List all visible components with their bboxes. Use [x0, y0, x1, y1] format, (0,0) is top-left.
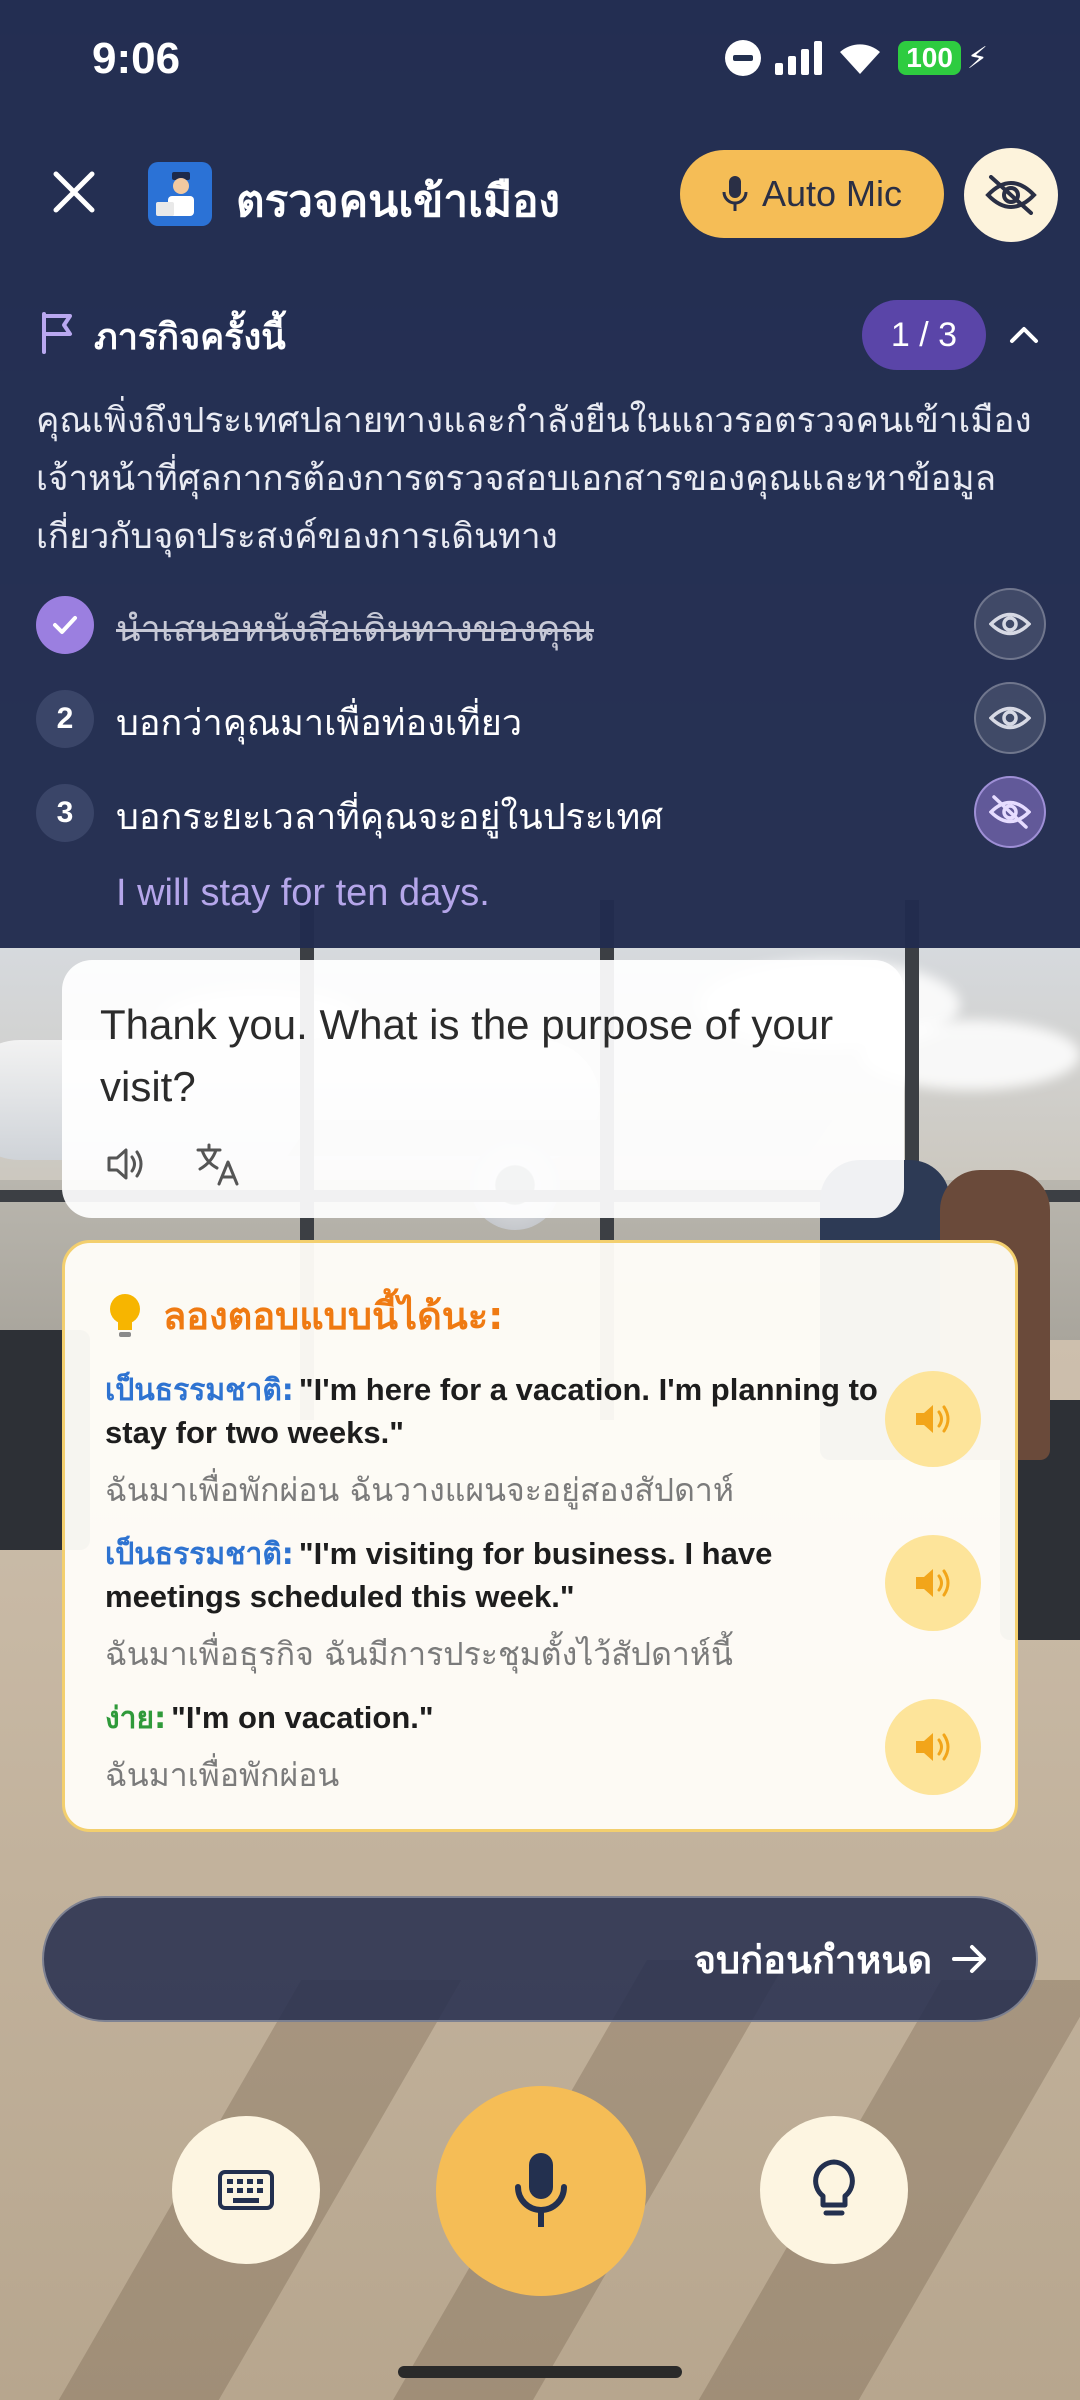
show-task-answer-button[interactable]: [974, 682, 1046, 754]
eye-icon: [989, 612, 1031, 636]
volume-icon: [916, 1569, 950, 1597]
bot-message-text: Thank you. What is the purpose of your v…: [100, 1001, 834, 1110]
chevron-up-icon[interactable]: [1004, 314, 1044, 354]
suggestion-english: "I'm on vacation.": [171, 1700, 434, 1735]
auto-mic-button[interactable]: Auto Mic: [680, 150, 944, 238]
play-suggestion-button[interactable]: [885, 1699, 981, 1795]
speaker-button[interactable]: [98, 1136, 154, 1192]
flag-icon: [42, 312, 72, 354]
task-number: 3: [36, 784, 94, 842]
speaker-icon: [107, 1148, 143, 1180]
task-answer-hint: I will stay for ten days.: [116, 872, 490, 914]
suggestion-tag: เป็นธรรมชาติ:: [105, 1373, 294, 1408]
task-item-1: นำเสนอหนังสือเดินทางของคุณ: [36, 584, 1046, 664]
header: ตรวจคนเข้าเมือง Auto Mic: [0, 140, 1080, 250]
suggestion-thai: ฉันมาเพื่อพักผ่อน: [105, 1756, 340, 1794]
bot-message-bubble: Thank you. What is the purpose of your v…: [62, 960, 904, 1218]
volume-icon: [916, 1733, 950, 1761]
arrow-right-icon: [952, 1945, 986, 1973]
immigration-officer-icon: [148, 162, 212, 226]
close-icon: [53, 171, 95, 213]
mission-description: คุณเพิ่งถึงประเทศปลายทางและกำลังยืนในแถว…: [36, 401, 1032, 557]
eye-off-icon: [985, 175, 1037, 215]
play-suggestion-button[interactable]: [885, 1371, 981, 1467]
translate-button[interactable]: [190, 1136, 246, 1192]
mission-header: ภารกิจครั้งนี้ 1 / 3: [38, 300, 1048, 370]
suggestions-title: ลองตอบแบบนี้ได้นะ:: [163, 1294, 504, 1338]
suggestion-thai: ฉันมาเพื่อธุรกิจ ฉันมีการประชุมตั้งไว้สั…: [105, 1635, 733, 1673]
microphone-icon: [515, 2153, 567, 2227]
task-text: บอกว่าคุณมาเพื่อท่องเที่ยว: [116, 703, 523, 744]
task-number: 2: [36, 690, 94, 748]
status-bar: 9:06 100 ⚡: [0, 0, 1080, 120]
suggestions-card: ลองตอบแบบนี้ได้นะ: เป็นธรรมชาติ: "I'm he…: [62, 1240, 1018, 1832]
end-early-button[interactable]: จบก่อนกำหนด: [42, 1896, 1038, 2022]
hide-task-answer-button[interactable]: [974, 776, 1046, 848]
task-item-3: 3 บอกระยะเวลาที่คุณจะอยู่ในประเทศ: [36, 772, 1046, 852]
suggestion-thai: ฉันมาเพื่อพักผ่อน ฉันวางแผนจะอยู่สองสัปด…: [105, 1471, 734, 1509]
wifi-icon: [840, 44, 881, 74]
task-item-2: 2 บอกว่าคุณมาเพื่อท่องเที่ยว: [36, 678, 1046, 758]
mission-title: ภารกิจครั้งนี้: [94, 317, 286, 358]
task-text: บอกระยะเวลาที่คุณจะอยู่ในประเทศ: [116, 797, 664, 838]
play-suggestion-button[interactable]: [885, 1535, 981, 1631]
eye-off-icon: [989, 795, 1031, 829]
keyboard-icon: [218, 2170, 274, 2210]
lightbulb-icon: [110, 1293, 140, 1337]
status-time: 9:06: [92, 34, 181, 83]
translate-icon: [196, 1143, 239, 1186]
eye-icon: [989, 706, 1031, 730]
lightbulb-icon: [813, 2159, 855, 2216]
charging-icon: ⚡: [966, 40, 988, 76]
hide-text-button[interactable]: [964, 148, 1058, 242]
volume-icon: [916, 1405, 950, 1433]
battery-indicator: 100: [898, 41, 961, 75]
end-early-label: จบก่อนกำหนด: [693, 1937, 932, 1982]
do-not-disturb-icon: [725, 40, 762, 76]
signal-icon: [775, 41, 823, 75]
task-text: นำเสนอหนังสือเดินทางของคุณ: [116, 609, 594, 650]
suggestion-item: ง่าย: "I'm on vacation." ฉันมาเพื่อพักผ่…: [105, 1699, 965, 1801]
home-indicator[interactable]: [398, 2366, 682, 2378]
mission-progress-badge: 1 / 3: [862, 300, 986, 370]
suggestion-tag: ง่าย:: [105, 1701, 167, 1736]
close-button[interactable]: [40, 158, 108, 226]
auto-mic-label: Auto Mic: [761, 173, 903, 214]
suggestion-item: เป็นธรรมชาติ: "I'm visiting for business…: [105, 1535, 965, 1680]
microphone-icon: [722, 176, 748, 211]
suggestion-item: เป็นธรรมชาติ: "I'm here for a vacation. …: [105, 1371, 965, 1516]
task-complete-badge: [36, 596, 94, 654]
scenario-title: ตรวจคนเข้าเมือง: [236, 176, 560, 227]
record-microphone-button[interactable]: [436, 2086, 646, 2296]
keyboard-button[interactable]: [172, 2116, 320, 2264]
hint-button[interactable]: [760, 2116, 908, 2264]
check-icon: [53, 616, 77, 634]
show-task-answer-button[interactable]: [974, 588, 1046, 660]
suggestion-tag: เป็นธรรมชาติ:: [105, 1537, 294, 1572]
